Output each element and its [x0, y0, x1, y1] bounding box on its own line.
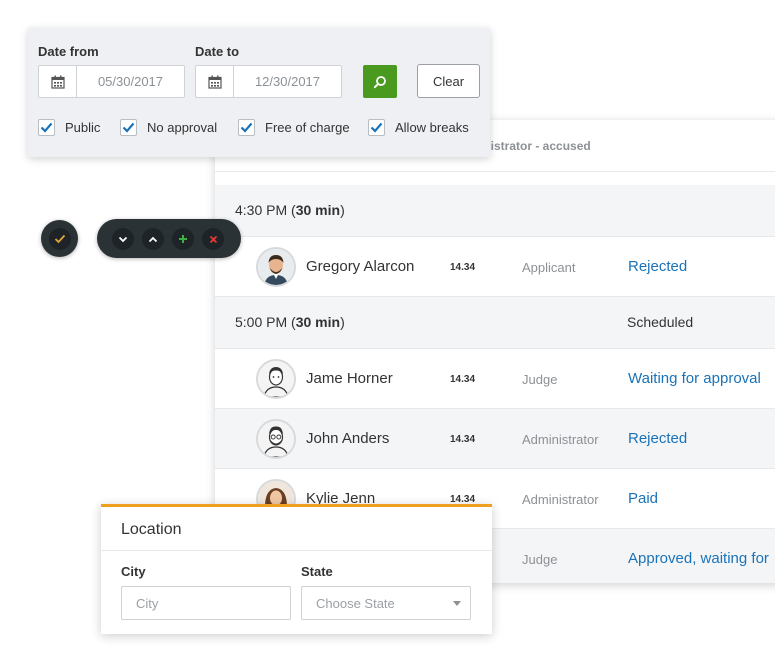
date-filter-panel: Date from Date to 05/30/2017 12/30/2017 …	[28, 28, 490, 157]
chevron-down-icon	[118, 236, 128, 242]
date-to-input[interactable]: 12/30/2017	[195, 65, 342, 98]
time-slot-status: Scheduled	[627, 314, 694, 330]
city-input[interactable]: City	[121, 586, 291, 620]
participant-role: Judge	[522, 552, 558, 567]
check-icon	[122, 122, 135, 133]
table-row[interactable]: John Anders 14.34 Administrator Rejected	[215, 409, 775, 469]
participant-number: 14.34	[450, 262, 476, 273]
search-button[interactable]	[363, 65, 397, 98]
location-panel: Location City State City Choose State	[101, 504, 492, 634]
checkbox-box[interactable]	[368, 119, 385, 136]
date-to-label: Date to	[195, 44, 240, 59]
checkbox-free-of-charge[interactable]: Free of charge	[238, 119, 350, 136]
participant-name: John Anders	[306, 430, 390, 447]
caret-down-icon	[453, 601, 461, 606]
date-from-label: Date from	[38, 44, 99, 59]
calendar-icon[interactable]	[39, 66, 77, 97]
participant-name: Gregory Alarcon	[306, 258, 415, 275]
table-row[interactable]: Gregory Alarcon 14.34 Applicant Rejected	[215, 237, 775, 297]
check-icon	[54, 234, 65, 243]
city-placeholder: City	[136, 596, 159, 611]
checkbox-label: No approval	[147, 120, 218, 135]
time-slot-row: 5:00 PM (30 min) Scheduled	[215, 297, 775, 349]
avatar	[256, 247, 296, 287]
close-icon	[209, 235, 217, 243]
column-header-role: inistrator - accused	[480, 139, 591, 153]
state-label: State	[301, 564, 333, 579]
date-from-value: 05/30/2017	[97, 74, 164, 89]
participant-status-link[interactable]: Rejected	[628, 258, 687, 275]
participant-status-link[interactable]: Rejected	[628, 430, 687, 447]
approve-button[interactable]	[41, 220, 78, 257]
clear-button[interactable]: Clear	[417, 64, 480, 98]
location-title: Location	[121, 521, 182, 538]
check-icon	[40, 122, 53, 133]
checkbox-label: Allow breaks	[395, 120, 469, 135]
move-up-button[interactable]	[142, 228, 164, 250]
participant-status-link[interactable]: Paid	[628, 490, 658, 507]
participant-name: Jame Horner	[306, 370, 393, 387]
state-select[interactable]: Choose State	[301, 586, 471, 620]
remove-button[interactable]	[202, 228, 224, 250]
search-icon	[373, 75, 386, 88]
checkbox-label: Public	[65, 120, 101, 135]
state-placeholder: Choose State	[316, 596, 395, 611]
page: inistrator - accused 4:30 PM (30 min) Gr…	[0, 0, 775, 662]
time-slot-label: 5:00 PM (30 min)	[235, 314, 345, 330]
date-from-input[interactable]: 05/30/2017	[38, 65, 185, 98]
participant-number: 14.34	[450, 434, 476, 445]
check-icon	[240, 122, 253, 133]
checkbox-box[interactable]	[238, 119, 255, 136]
check-icon	[370, 122, 383, 133]
participant-role: Applicant	[522, 260, 576, 275]
checkbox-box[interactable]	[120, 119, 137, 136]
checkbox-label: Free of charge	[265, 120, 350, 135]
avatar	[256, 419, 296, 459]
checkbox-box[interactable]	[38, 119, 55, 136]
date-to-value: 12/30/2017	[254, 74, 321, 89]
participant-role: Judge	[522, 372, 558, 387]
participant-role: Administrator	[522, 492, 599, 507]
avatar	[256, 359, 296, 399]
city-label: City	[121, 564, 146, 579]
participant-status-link[interactable]: Approved, waiting for	[628, 550, 769, 567]
calendar-icon[interactable]	[196, 66, 234, 97]
plus-icon	[179, 235, 187, 243]
divider	[101, 550, 492, 551]
chevron-up-icon	[148, 236, 158, 242]
add-button[interactable]	[172, 228, 194, 250]
move-down-button[interactable]	[112, 228, 134, 250]
participant-role: Administrator	[522, 432, 599, 447]
checkbox-allow-breaks[interactable]: Allow breaks	[368, 119, 469, 136]
checkbox-no-approval[interactable]: No approval	[120, 119, 217, 136]
time-slot-row: 4:30 PM (30 min)	[215, 185, 775, 237]
participant-status-link[interactable]: Waiting for approval	[628, 370, 761, 387]
time-slot-label: 4:30 PM (30 min)	[235, 202, 345, 218]
checkbox-public[interactable]: Public	[38, 119, 100, 136]
row-action-toolbar	[97, 219, 241, 258]
table-row[interactable]: Jame Horner 14.34 Judge Waiting for appr…	[215, 349, 775, 409]
participant-number: 14.34	[450, 374, 476, 385]
